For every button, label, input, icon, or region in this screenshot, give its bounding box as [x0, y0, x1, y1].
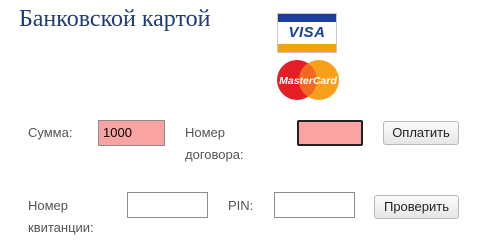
visa-logo-text: VISA [288, 24, 326, 41]
mastercard-logo: MasterCard [277, 60, 339, 100]
receipt-label-line2: квитанции: [28, 220, 94, 235]
contract-label-line1: Номер [185, 125, 226, 140]
contract-number-input[interactable] [297, 120, 363, 146]
visa-logo-bottom-band [278, 44, 336, 52]
visa-logo-top-band [278, 14, 336, 22]
amount-input[interactable]: 1000 [98, 120, 165, 146]
pin-input[interactable] [274, 192, 355, 218]
check-button[interactable]: Проверить [374, 195, 459, 219]
pay-button[interactable]: Оплатить [383, 121, 459, 145]
pin-label: PIN: [228, 198, 254, 213]
receipt-number-input[interactable] [127, 192, 208, 218]
mastercard-logo-text: MasterCard [279, 75, 337, 87]
contract-label-line2: договора: [185, 147, 244, 162]
visa-logo: VISA [277, 13, 337, 53]
receipt-label-line1: Номер [28, 198, 69, 213]
amount-label: Сумма: [28, 125, 73, 140]
page-title: Банковской картой [19, 6, 211, 32]
